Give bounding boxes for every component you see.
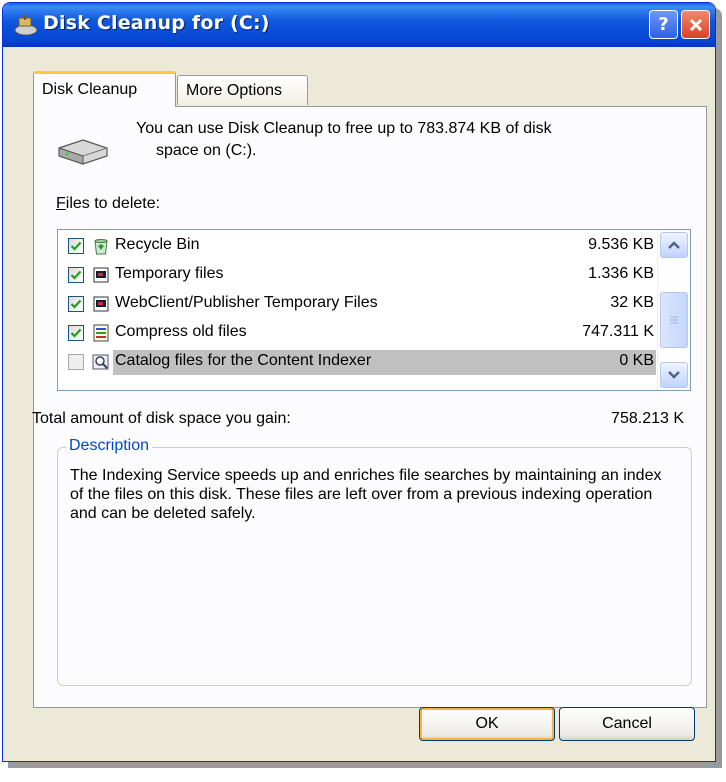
help-button[interactable]: ? bbox=[649, 10, 678, 39]
tab-more-options[interactable]: More Options bbox=[177, 75, 308, 105]
checkbox-compress-old-files[interactable] bbox=[68, 325, 84, 341]
cancel-button[interactable]: Cancel bbox=[559, 707, 695, 741]
help-icon: ? bbox=[658, 14, 669, 35]
compress-old-files-label: Compress old files bbox=[115, 323, 247, 340]
list-item-catalog-files[interactable]: Catalog files for the Content Indexer 0 … bbox=[58, 349, 656, 377]
compress-icon bbox=[93, 324, 109, 342]
dialog-content: Disk Cleanup More Options You can use Di… bbox=[3, 47, 715, 761]
checkbox-recycle-bin[interactable] bbox=[68, 238, 84, 254]
list-scrollbar[interactable] bbox=[657, 230, 690, 390]
chevron-up-icon bbox=[668, 241, 680, 249]
ok-button[interactable]: OK bbox=[419, 707, 555, 741]
temp-file-icon bbox=[93, 267, 109, 283]
disk-cleanup-window: Disk Cleanup for (C:) ? Disk Cleanup Mor… bbox=[2, 2, 716, 762]
webclient-files-size: 32 KB bbox=[610, 294, 654, 311]
checkmark-icon bbox=[70, 328, 82, 338]
checkmark-icon bbox=[70, 299, 82, 309]
temporary-files-label: Temporary files bbox=[115, 265, 224, 282]
catalog-files-label: Catalog files for the Content Indexer bbox=[115, 352, 372, 369]
temp-file-icon bbox=[93, 296, 109, 312]
recycle-bin-icon bbox=[94, 239, 108, 255]
description-title: Description bbox=[66, 437, 153, 455]
disk-cleanup-app-icon bbox=[14, 14, 38, 36]
description-group: Description The Indexing Service speeds … bbox=[57, 437, 692, 686]
disk-cleanup-panel: You can use Disk Cleanup to free up to 7… bbox=[32, 106, 707, 708]
catalog-icon bbox=[92, 354, 109, 370]
list-item-compress-old-files[interactable]: Compress old files 747.311 K bbox=[58, 320, 656, 348]
recycle-bin-size: 9.536 KB bbox=[588, 236, 654, 253]
compress-old-files-size: 747.311 K bbox=[582, 323, 654, 340]
hard-drive-icon bbox=[58, 139, 108, 165]
catalog-files-size: 0 KB bbox=[619, 352, 654, 369]
checkmark-icon bbox=[70, 241, 82, 251]
close-icon bbox=[689, 18, 702, 31]
checkmark-icon bbox=[70, 270, 82, 280]
checkbox-catalog-files[interactable] bbox=[68, 354, 84, 370]
checkbox-temporary-files[interactable] bbox=[68, 267, 84, 283]
temporary-files-size: 1.336 KB bbox=[588, 265, 654, 282]
info-line-2: space on (C:). bbox=[156, 142, 257, 159]
chevron-down-icon bbox=[668, 371, 680, 379]
files-to-delete-list[interactable]: Recycle Bin 9.536 KB Temporary files 1.3… bbox=[57, 229, 691, 391]
webclient-files-label: WebClient/Publisher Temporary Files bbox=[115, 294, 378, 311]
files-label-rest: iles to delete: bbox=[65, 195, 161, 212]
scroll-thumb[interactable] bbox=[660, 292, 688, 348]
total-gain-value: 758.213 K bbox=[611, 410, 684, 427]
list-item-temporary-files[interactable]: Temporary files 1.336 KB bbox=[58, 262, 656, 290]
tab-disk-cleanup[interactable]: Disk Cleanup bbox=[33, 71, 176, 107]
files-to-delete-label: Files to delete: bbox=[56, 195, 160, 213]
info-line-1: You can use Disk Cleanup to free up to 7… bbox=[136, 120, 552, 137]
list-item-recycle-bin[interactable]: Recycle Bin 9.536 KB bbox=[58, 233, 656, 261]
total-gain-label: Total amount of disk space you gain: bbox=[32, 410, 291, 427]
scroll-up-button[interactable] bbox=[660, 232, 688, 258]
checkbox-webclient-files[interactable] bbox=[68, 296, 84, 312]
grip-icon bbox=[670, 316, 678, 324]
title-bar[interactable]: Disk Cleanup for (C:) ? bbox=[3, 3, 715, 47]
window-title: Disk Cleanup for (C:) bbox=[43, 12, 270, 34]
recycle-bin-label: Recycle Bin bbox=[115, 236, 200, 253]
description-text: The Indexing Service speeds up and enric… bbox=[70, 467, 662, 522]
scroll-down-button[interactable] bbox=[660, 362, 688, 388]
files-label-accelerator: F bbox=[56, 195, 66, 212]
list-item-webclient-files[interactable]: WebClient/Publisher Temporary Files 32 K… bbox=[58, 291, 656, 319]
close-button[interactable] bbox=[681, 10, 710, 39]
